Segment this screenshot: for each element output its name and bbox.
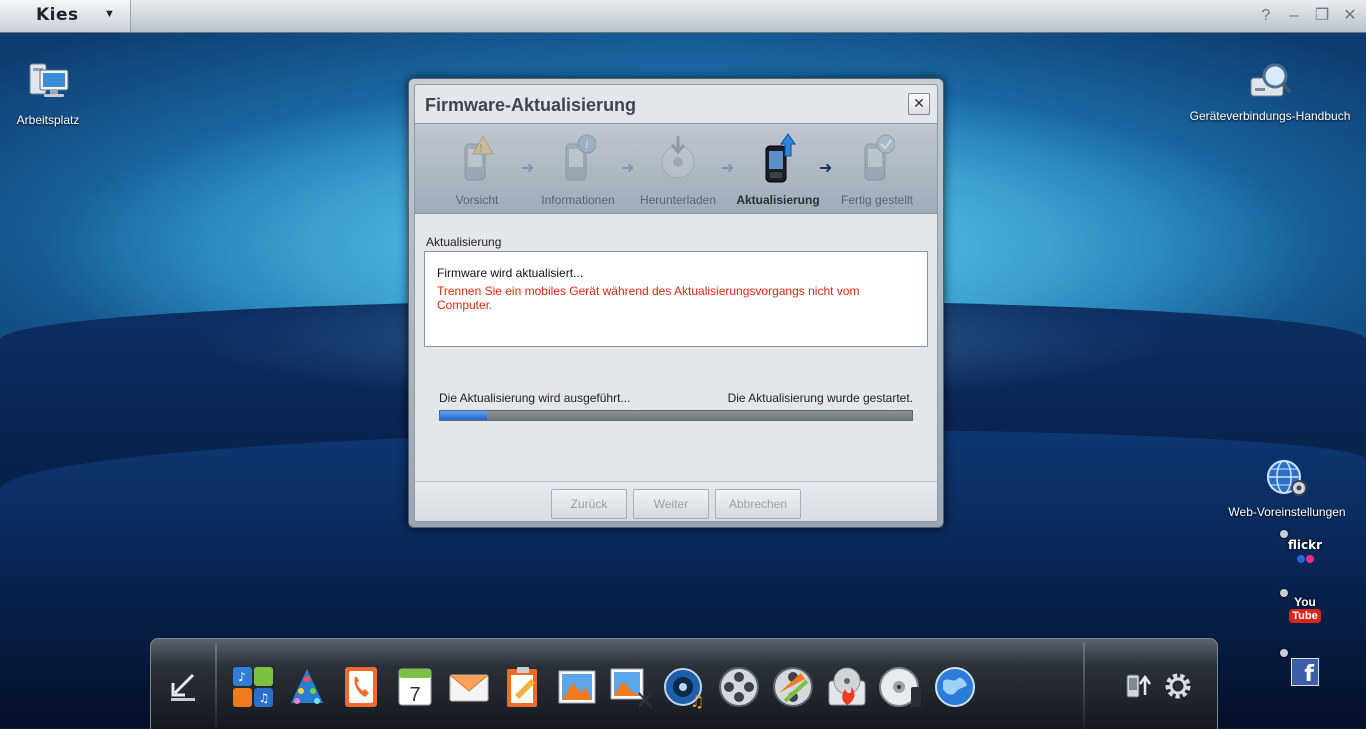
progress-fill [440,411,488,420]
video-icon[interactable] [717,665,761,709]
download-disc-icon [661,136,695,179]
cancel-button[interactable]: Abbrechen [715,489,801,519]
message-box: Firmware wird aktualisiert... Trennen Si… [424,251,928,347]
youtube-icon[interactable]: You Tube [1289,595,1321,629]
title-bar: Kies ▼ ? – ❐ ✕ [0,0,1366,33]
step-complete-label: Fertig gestellt [840,193,914,207]
info-phone-icon: i [565,134,597,181]
close-app-icon[interactable]: ✕ [1340,6,1360,26]
youtube-label-bottom: Tube [1289,609,1321,623]
button-bar: Zurück Weiter Abbrechen [415,481,937,521]
back-button[interactable]: Zurück [551,489,627,519]
settings-icon[interactable] [1161,669,1195,703]
dock-separator [1083,643,1085,729]
my-computer-label: Arbeitsplatz [16,113,80,127]
connection-guide-shortcut[interactable]: Geräteverbindungs-Handbuch [1180,58,1360,123]
step-download: Herunterladen [628,132,728,207]
dock-bar: ♪ ♫ 7 ♫ [150,638,1218,729]
globe-settings-icon [1267,460,1307,496]
step-update: Aktualisierung [728,132,828,207]
svg-text:♫: ♫ [690,692,704,709]
device-transfer-icon[interactable] [1123,669,1157,703]
memo-icon[interactable] [501,665,545,709]
svg-text:♫: ♫ [259,691,270,705]
step-caution-label: Vorsicht [455,193,499,207]
app-menu[interactable]: Kies ▼ [0,0,131,32]
service-indicator [1280,530,1288,538]
message-primary: Firmware wird aktualisiert... [437,266,584,280]
calendar-day: 7 [409,684,420,706]
firmware-update-dialog: Firmware-Aktualisierung ✕ ! Vorsicht ➜ i… [408,78,944,528]
svg-text:!: ! [479,142,483,155]
message-warning: Trennen Sie ein mobiles Gerät während de… [437,284,860,312]
status-left: Die Aktualisierung wird ausgeführt... [439,391,631,405]
computer-icon [29,63,69,97]
app-logo: Kies [36,5,79,25]
svg-text:♪: ♪ [238,670,246,684]
caution-phone-icon: ! [464,134,494,181]
chevron-down-icon[interactable]: ▼ [104,8,115,20]
facebook-label: f [1304,662,1314,687]
disc-burn-icon[interactable] [825,665,869,709]
help-icon[interactable]: ? [1256,6,1276,26]
section-label: Aktualisierung [426,235,502,249]
flickr-label: flickr [1287,538,1323,552]
flickr-icon[interactable]: flickr [1285,538,1325,568]
step-complete: Fertig gestellt [827,132,927,207]
flickr-dots [1285,552,1325,566]
collapse-icon[interactable] [165,669,201,705]
youtube-label-top: You [1294,595,1316,609]
facebook-icon[interactable]: f [1291,658,1319,687]
step-information-label: Informationen [541,193,615,207]
update-phone-icon [765,133,796,183]
podcast-icon[interactable] [879,665,923,709]
web-settings-shortcut[interactable]: Web-Voreinstellungen [1212,458,1362,519]
phonebook-icon[interactable] [339,665,383,709]
complete-phone-icon [864,134,896,181]
web-settings-label: Web-Voreinstellungen [1228,505,1346,519]
guide-icon [1250,63,1292,97]
dock-separator [215,643,217,729]
next-button[interactable]: Weiter [633,489,709,519]
close-icon[interactable]: ✕ [908,93,930,115]
photo-icon[interactable] [555,665,599,709]
message-icon[interactable] [447,665,491,709]
step-caution: ! Vorsicht [427,132,527,207]
tree-icon[interactable] [285,665,329,709]
svg-text:i: i [585,138,589,151]
internet-icon[interactable] [933,665,977,709]
dialog-body: Firmware-Aktualisierung ✕ ! Vorsicht ➜ i… [414,84,938,522]
service-indicator [1280,649,1288,657]
apps-icon[interactable]: ♪ ♫ [231,665,275,709]
my-computer-shortcut[interactable]: Arbeitsplatz [8,60,88,127]
step-information: i Informationen [528,132,628,207]
restore-icon[interactable]: ❐ [1312,6,1332,26]
connection-guide-label: Geräteverbindungs-Handbuch [1189,109,1351,123]
status-right: Die Aktualisierung wurde gestartet. [727,391,913,405]
video-convert-icon[interactable] [771,665,815,709]
service-indicator [1280,589,1288,597]
photo-edit-icon[interactable] [609,665,653,709]
dialog-title: Firmware-Aktualisierung [425,95,637,115]
step-download-label: Herunterladen [639,193,717,207]
music-icon[interactable]: ♫ [663,665,707,709]
step-update-label: Aktualisierung [736,193,820,207]
progress-bar [439,410,913,421]
calendar-icon[interactable]: 7 [393,665,437,709]
minimize-icon[interactable]: – [1284,6,1304,26]
step-indicator: ! Vorsicht ➜ i Informationen ➜ Herunterl… [415,123,937,214]
